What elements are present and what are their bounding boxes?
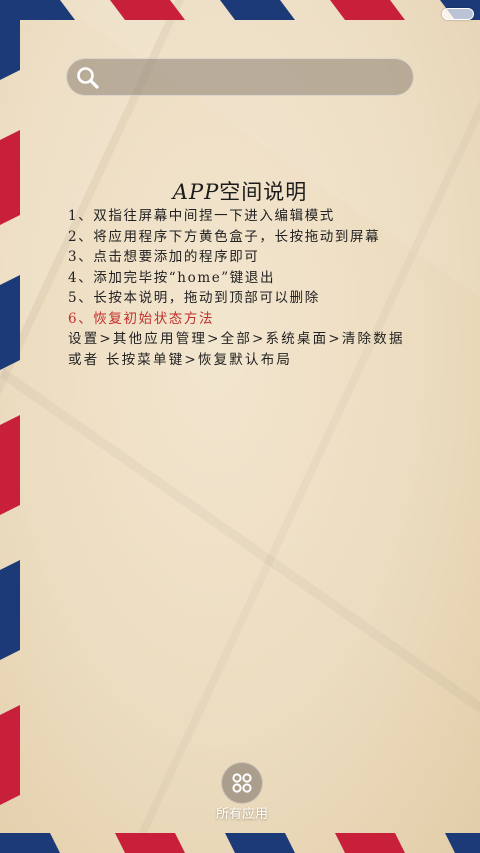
instruction-line: 1、双指往屏幕中间捏一下进入编辑模式 [68, 208, 335, 224]
search-input[interactable] [111, 59, 405, 97]
instruction-line: 5、长按本说明，拖动到顶部可以删除 [68, 290, 320, 306]
instruction-line: 4、添加完毕按“home”键退出 [68, 269, 276, 286]
airmail-stripes-left [0, 0, 20, 805]
restore-heading: 6、恢复初始状态方法 [68, 310, 215, 327]
instruction-line: 3、点击想要添加的程序即可 [68, 249, 260, 265]
restore-step: 或者 长按菜单键>恢复默认布局 [68, 351, 293, 368]
note-title-rest: 空间说明 [219, 180, 308, 204]
note-title-latin: APP [172, 180, 220, 204]
airmail-stripes-bottom [0, 833, 480, 853]
all-apps-button[interactable] [221, 762, 263, 804]
grid-icon [232, 773, 252, 793]
envelope-background [0, 0, 480, 853]
battery-icon [442, 8, 474, 20]
search-bar[interactable] [66, 58, 414, 97]
search-icon [77, 67, 99, 89]
note-title: APP空间说明 [0, 176, 480, 206]
instruction-line: 2、将应用程序下方黄色盒子，长按拖动到屏幕 [68, 228, 381, 245]
all-apps-label[interactable]: 所有应用 [190, 803, 294, 822]
restore-step: 设置>其他应用管理>全部>系统桌面>清除数据 [68, 331, 405, 347]
instruction-note[interactable]: 1、双指往屏幕中间捏一下进入编辑模式 2、将应用程序下方黄色盒子，长按拖动到屏幕… [68, 206, 428, 370]
airmail-stripes-top [0, 0, 480, 20]
